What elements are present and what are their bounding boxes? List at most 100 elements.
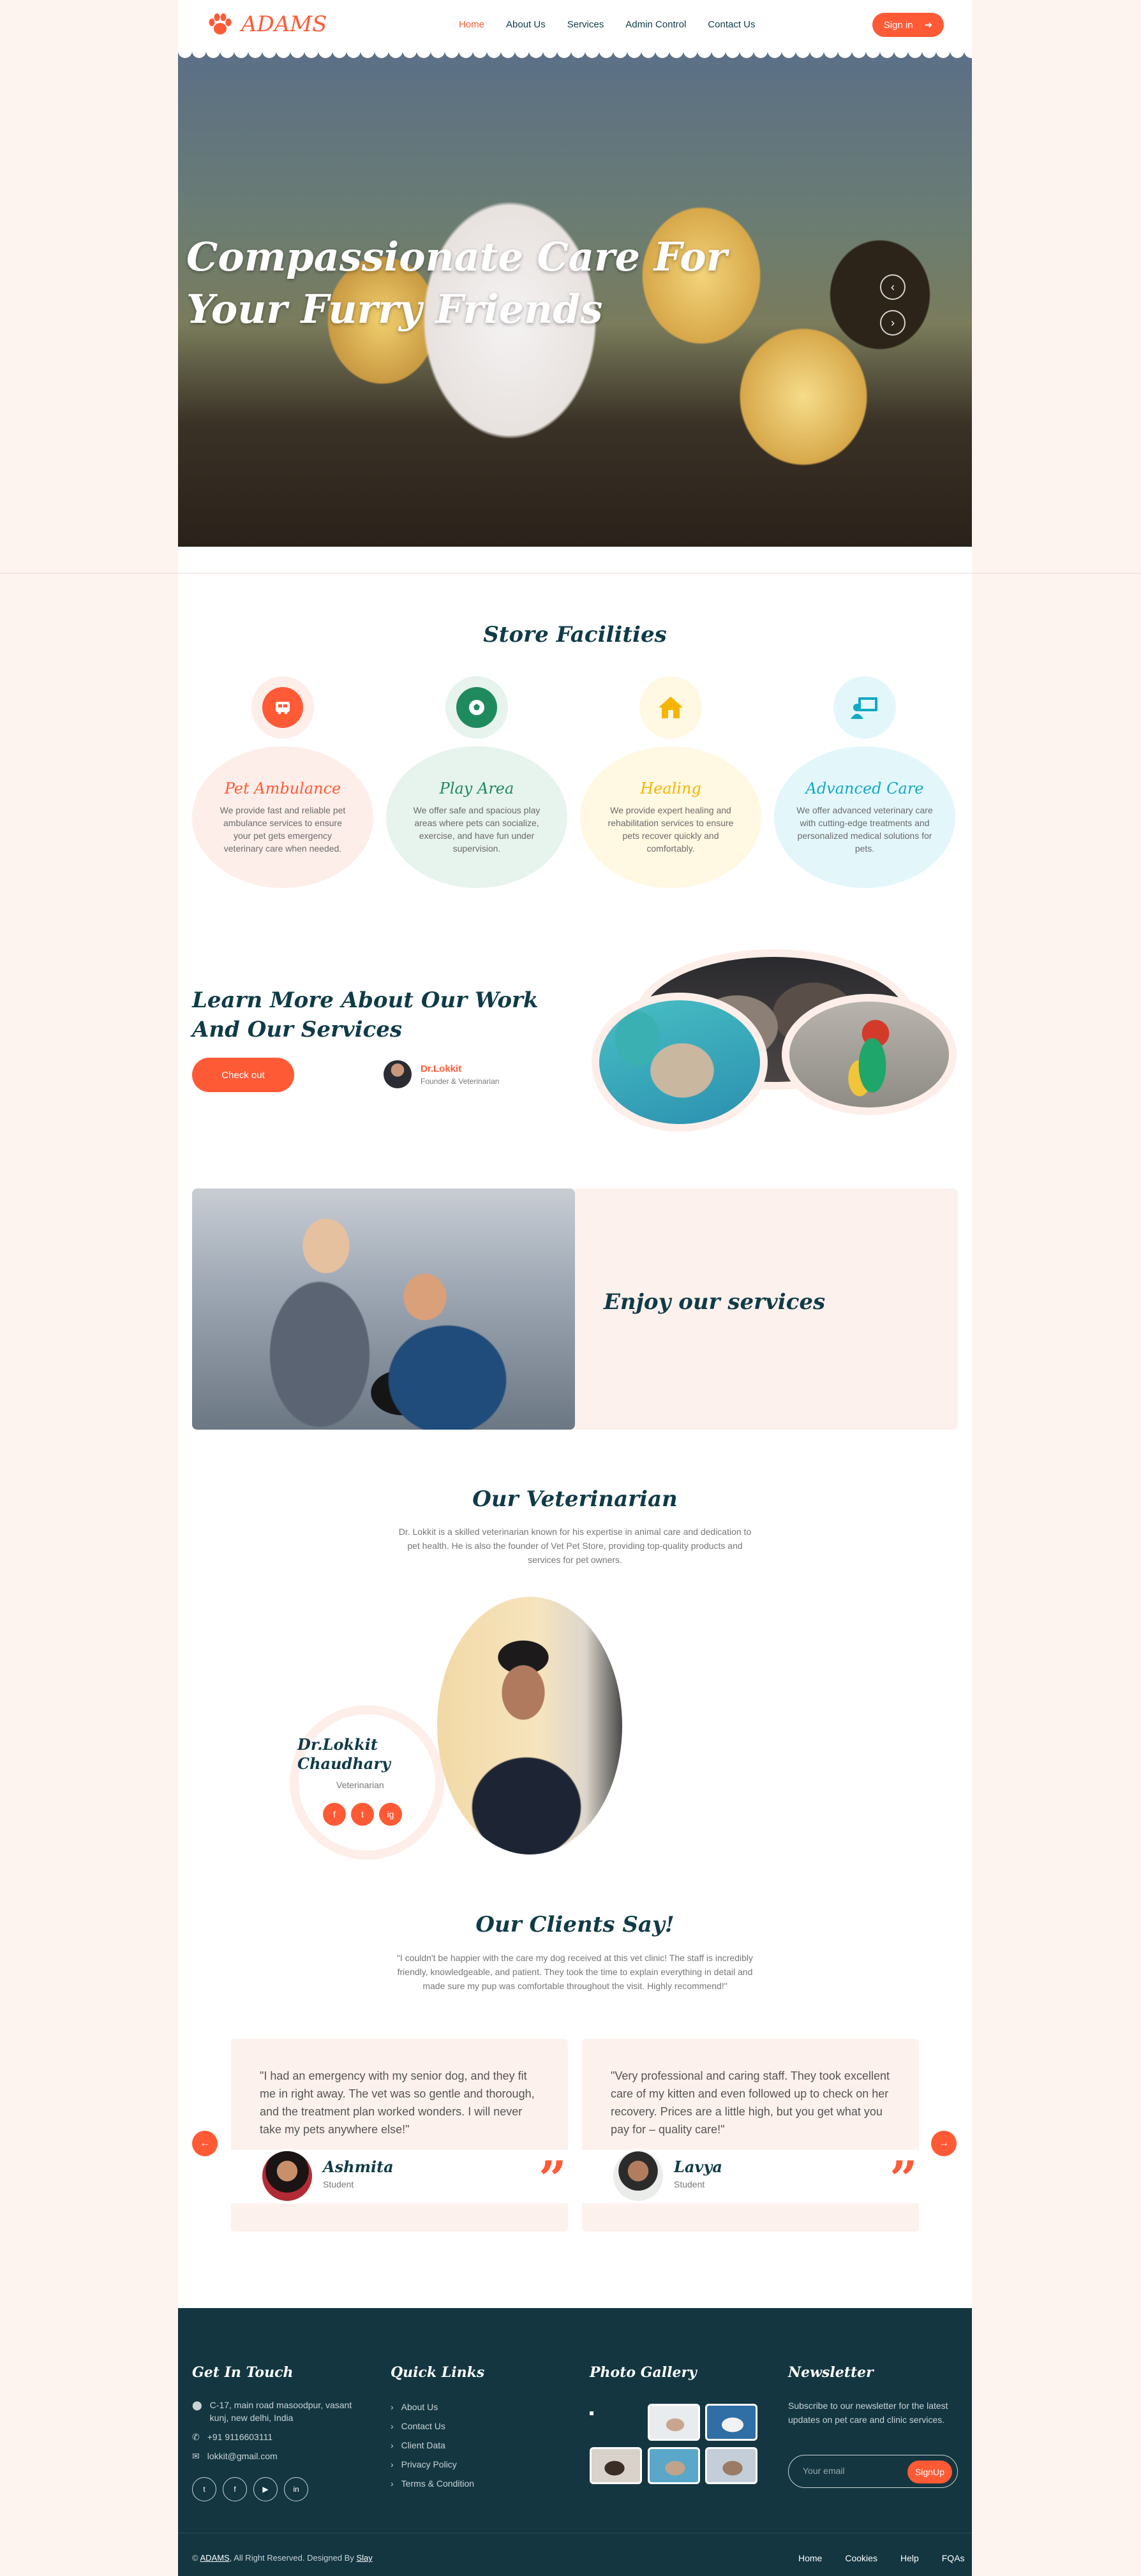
- scallop-bump: [389, 46, 403, 58]
- scallop-bump: [627, 46, 641, 58]
- instagram-icon[interactable]: ig: [379, 1803, 402, 1826]
- twitter-icon[interactable]: t: [192, 2477, 216, 2501]
- testimonial-text: "I had an emergency with my senior dog, …: [260, 2069, 535, 2136]
- clients-title: Our Clients Say!: [475, 1912, 675, 1937]
- quick-link-label: Contact Us: [401, 2421, 445, 2431]
- about-title: Learn More About Our Work And Our Servic…: [192, 988, 539, 1042]
- facility-icon-wrap: [639, 676, 702, 739]
- gallery-thumb[interactable]: [590, 2447, 642, 2484]
- scallop-bump: [571, 46, 585, 58]
- designer-link[interactable]: Slay: [356, 2553, 372, 2563]
- email-text: lokkit@gmail.com: [207, 2451, 278, 2461]
- copyright: © ADAMS, All Right Reserved. Designed By…: [192, 2553, 373, 2563]
- nav-about[interactable]: About Us: [506, 19, 546, 30]
- scallop-bump: [417, 46, 431, 58]
- chevron-left-icon: ‹: [891, 280, 895, 293]
- gallery-thumb[interactable]: [705, 2447, 757, 2484]
- gallery-thumb[interactable]: [705, 2404, 757, 2441]
- footer-link-help[interactable]: Help: [900, 2553, 919, 2563]
- scallop-bump: [922, 46, 936, 58]
- quick-link-label: Terms & Condition: [401, 2478, 475, 2489]
- signup-button[interactable]: SignUp: [907, 2461, 952, 2483]
- testimonial-name: Lavya: [674, 2158, 722, 2176]
- quick-link[interactable]: › Contact Us: [391, 2420, 474, 2432]
- scallop-bump: [487, 46, 501, 58]
- testimonial-card: "I had an emergency with my senior dog, …: [231, 2039, 568, 2232]
- founder-name: Dr.Lokkit: [421, 1063, 462, 1074]
- testimonial-prev-button[interactable]: ←: [192, 2131, 218, 2156]
- facebook-icon[interactable]: f: [323, 1803, 346, 1826]
- facilities-title: Store Facilities: [483, 622, 667, 648]
- hero-prev-button[interactable]: ‹: [880, 274, 906, 300]
- hero-banner: Compassionate Care For Your Furry Friend…: [178, 52, 972, 547]
- hero-title: Compassionate Care For Your Furry Friend…: [186, 233, 727, 332]
- youtube-icon[interactable]: ▶: [253, 2477, 278, 2501]
- founder-role: Founder & Veterinarian: [421, 1076, 500, 1086]
- copyright-brand-link[interactable]: ADAMS: [200, 2553, 230, 2563]
- facility-title: Healing: [640, 780, 701, 797]
- scallop-bump: [838, 46, 852, 58]
- scallop-bump: [599, 46, 613, 58]
- scallop-bump: [754, 46, 768, 58]
- scallop-bump: [936, 46, 950, 58]
- twitter-icon[interactable]: t: [351, 1803, 374, 1826]
- chevron-right-icon: ›: [391, 2440, 394, 2450]
- chevron-right-icon: ›: [391, 2421, 394, 2431]
- check-out-button[interactable]: Check out: [192, 1058, 294, 1092]
- footer-bottom-links: Home Cookies Help FQAs: [798, 2553, 965, 2563]
- footer-link-faqs[interactable]: FQAs: [942, 2553, 965, 2563]
- enjoy-title: Enjoy our services: [604, 1289, 826, 1315]
- scallop-bump: [445, 46, 459, 58]
- footer-contact-title: Get In Touch: [192, 2364, 294, 2381]
- scallop-bump: [304, 46, 318, 58]
- footer-quick-title: Quick Links: [391, 2364, 485, 2381]
- facebook-icon[interactable]: f: [223, 2477, 247, 2501]
- scallop-bump: [347, 46, 361, 58]
- scallop-bump: [290, 46, 304, 58]
- arrow-left-icon: ←: [200, 2138, 210, 2149]
- ball-icon: [456, 687, 497, 728]
- quote-icon: ”: [539, 2150, 567, 2207]
- scallop-bump: [697, 46, 712, 58]
- scallop-bump: [613, 46, 627, 58]
- scallop-bump: [178, 46, 192, 58]
- nav-contact[interactable]: Contact Us: [708, 19, 755, 30]
- nav-home[interactable]: Home: [459, 19, 484, 30]
- parrot-photo: [782, 994, 957, 1115]
- gallery-thumb[interactable]: [648, 2404, 700, 2441]
- gallery-thumb[interactable]: [648, 2447, 700, 2484]
- footer-phone: ✆ +91 9116603111: [192, 2431, 371, 2443]
- facility-text: We provide fast and reliable pet ambulan…: [220, 805, 346, 854]
- scallop-bump: [262, 46, 276, 58]
- nav-admin-control[interactable]: Admin Control: [625, 19, 686, 30]
- nav-services[interactable]: Services: [567, 19, 604, 30]
- chevron-right-icon: ›: [391, 2402, 394, 2412]
- newsletter-email-input[interactable]: [803, 2466, 892, 2476]
- facility-icon-wrap: [251, 676, 314, 739]
- logo[interactable]: ADAMS: [207, 11, 327, 37]
- quick-link[interactable]: › About Us: [391, 2401, 474, 2413]
- facility-title: Pet Ambulance: [224, 780, 341, 797]
- scallop-bump: [726, 46, 740, 58]
- copyright-text: , All Right Reserved. Designed By: [229, 2553, 354, 2563]
- linkedin-icon[interactable]: in: [284, 2477, 308, 2501]
- footer-link-home[interactable]: Home: [798, 2553, 822, 2563]
- scallop-bump: [361, 46, 375, 58]
- chevron-right-icon: ›: [391, 2459, 394, 2469]
- scallop-bump: [894, 46, 908, 58]
- footer-link-cookies[interactable]: Cookies: [845, 2553, 877, 2563]
- paw-icon: [209, 13, 232, 34]
- signin-button[interactable]: Sign in ➜: [872, 13, 944, 37]
- vet-photo: [437, 1597, 622, 1854]
- testimonial-next-button[interactable]: →: [931, 2131, 957, 2156]
- newsletter-text: Subscribe to our newsletter for the late…: [788, 2401, 948, 2425]
- enjoy-panel: Enjoy our services: [575, 1188, 958, 1430]
- quick-link[interactable]: › Terms & Condition: [391, 2477, 474, 2490]
- scallop-bump: [276, 46, 290, 58]
- hero-next-button[interactable]: ›: [880, 310, 906, 336]
- facility-card-play-area: Play Area We offer safe and spacious pla…: [386, 676, 567, 888]
- scallop-bump: [248, 46, 262, 58]
- quick-link[interactable]: › Privacy Policy: [391, 2458, 474, 2471]
- quick-link[interactable]: › Client Data: [391, 2439, 474, 2452]
- quote-icon: ”: [890, 2150, 918, 2207]
